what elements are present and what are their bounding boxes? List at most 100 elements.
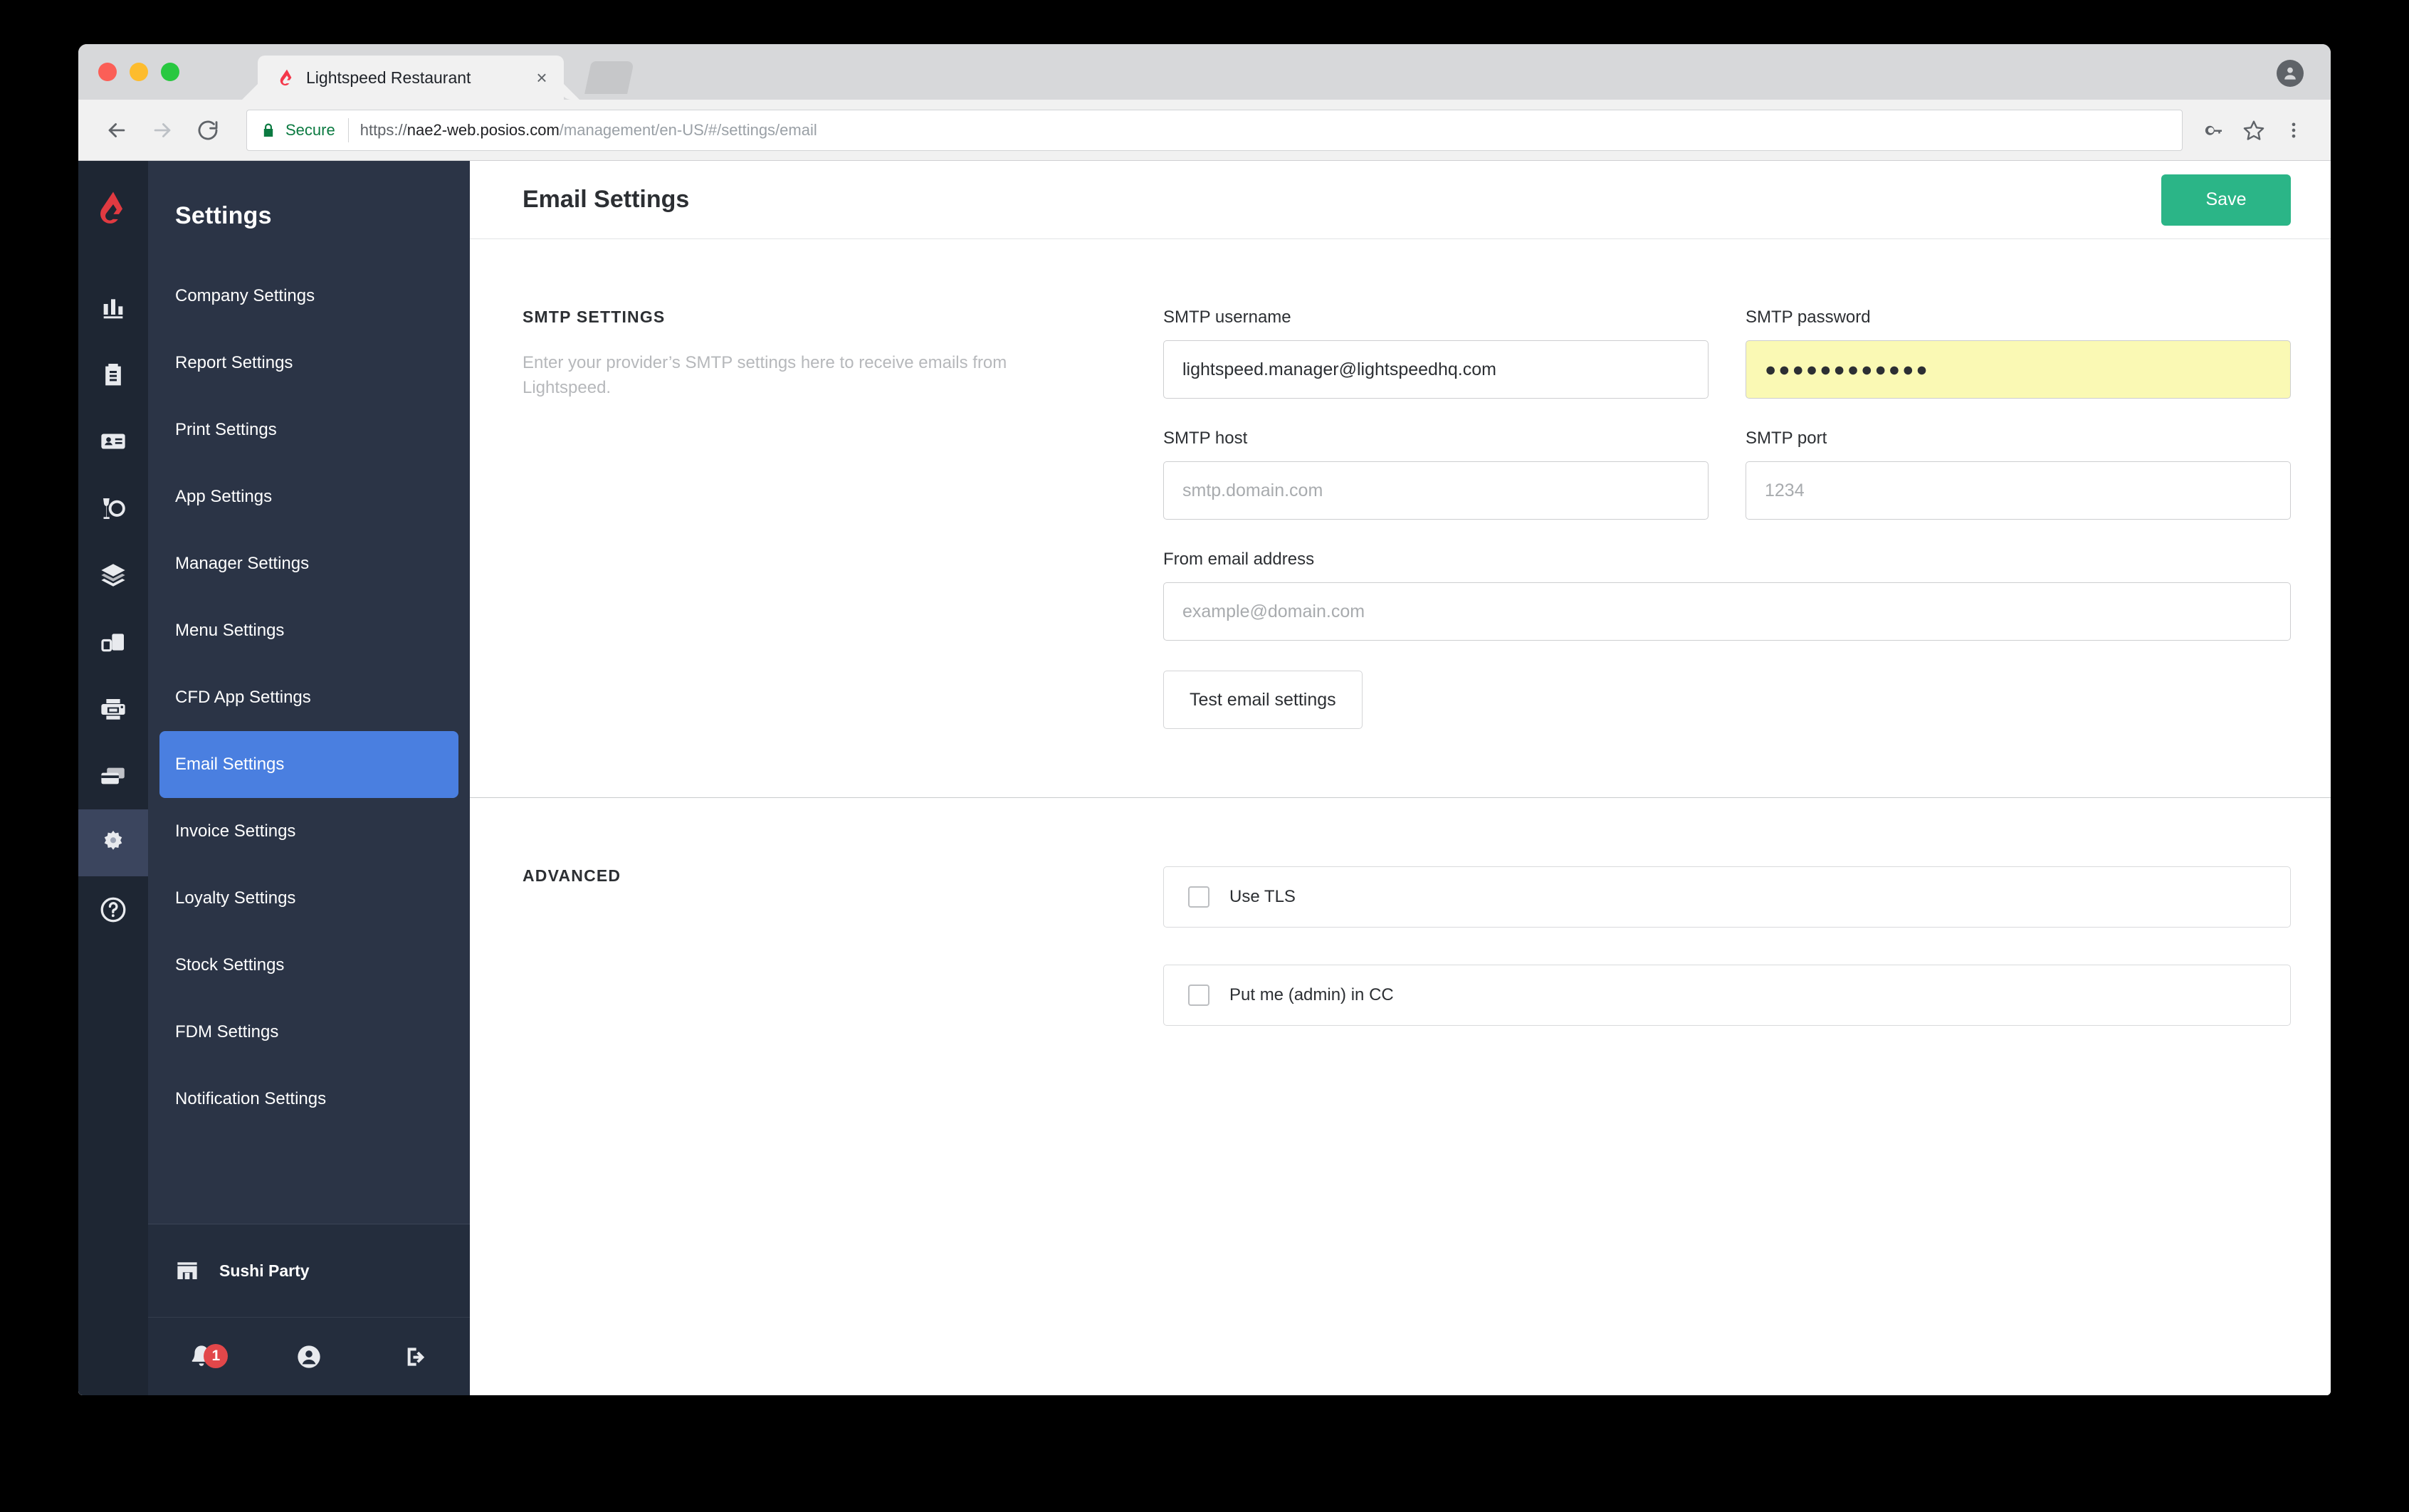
from-email-label: From email address [1163,550,1315,569]
bookmark-star-icon[interactable] [2235,112,2272,149]
sidebar-item-report-settings[interactable]: Report Settings [159,330,458,397]
sidebar-item-email-settings[interactable]: Email Settings [159,731,458,798]
lightspeed-logo-icon[interactable] [97,191,130,234]
nav-list: Company Settings Report Settings Print S… [148,263,470,1224]
close-window-button[interactable] [98,63,117,81]
account-button[interactable] [256,1343,363,1371]
lightspeed-favicon-icon [280,69,292,86]
user-circle-icon [298,1345,320,1368]
smtp-section-aside: SMTP SETTINGS Enter your provider’s SMTP… [523,308,1163,729]
rail-devices-icon[interactable] [78,609,148,676]
address-bar[interactable]: Secure https://nae2-web.posios.com/manag… [246,109,2183,151]
use-tls-label: Use TLS [1229,887,1296,906]
save-button[interactable]: Save [2161,174,2291,226]
sidebar-item-menu-settings[interactable]: Menu Settings [159,597,458,664]
use-tls-row[interactable]: Use TLS [1163,866,2291,928]
browser-toolbar: Secure https://nae2-web.posios.com/manag… [78,100,2331,161]
url-scheme: https:// [359,120,407,139]
smtp-password-field-group: SMTP password [1746,308,2291,399]
browser-window: Lightspeed Restaurant × Secure https://n… [78,44,2331,1395]
smtp-port-input[interactable] [1746,461,2291,520]
sidebar-item-stock-settings[interactable]: Stock Settings [159,932,458,999]
rail-id-card-icon[interactable] [78,408,148,475]
nav-item-label: Company Settings [175,286,315,305]
store-icon [174,1257,201,1284]
forward-button[interactable] [142,110,182,150]
nav-title: Settings [175,202,272,229]
sidebar-item-loyalty-settings[interactable]: Loyalty Settings [159,865,458,932]
nav-item-label: CFD App Settings [175,688,311,707]
nav-item-label: Stock Settings [175,955,285,975]
logout-button[interactable] [362,1343,470,1371]
more-vertical-icon [2292,122,2296,137]
url-text: https://nae2-web.posios.com/management/e… [360,121,817,140]
smtp-username-input[interactable] [1163,340,1709,399]
store-name: Sushi Party [219,1261,310,1280]
nav-action-bar: 1 [148,1317,470,1395]
rail-help-icon[interactable] [78,876,148,943]
smtp-host-label: SMTP host [1163,429,1248,448]
nav-item-label: Manager Settings [175,554,310,573]
rail-reports-icon[interactable] [78,274,148,341]
browser-menu-button[interactable] [2275,112,2312,149]
credentials-row: SMTP username SMTP password [1163,308,2291,399]
advanced-section-fields: Use TLS Put me (admin) in CC [1163,866,2291,1026]
sidebar-item-fdm-settings[interactable]: FDM Settings [159,999,458,1066]
nav-item-label: Notification Settings [175,1089,327,1108]
smtp-section-description: Enter your provider’s SMTP settings here… [523,353,1007,397]
new-tab-button[interactable] [584,61,634,94]
back-button[interactable] [97,110,137,150]
from-email-input[interactable] [1163,582,2291,641]
icon-rail [78,161,148,1395]
use-tls-checkbox[interactable] [1188,886,1209,908]
page-header: Email Settings Save [470,161,2331,239]
rail-layers-icon[interactable] [78,542,148,609]
advanced-section: ADVANCED Use TLS Put me (admin) in CC [470,797,2331,1094]
from-email-field-group: From email address [1163,550,2291,641]
sidebar-item-cfd-app-settings[interactable]: CFD App Settings [159,664,458,731]
smtp-section-fields: SMTP username SMTP password SMTP host [1163,308,2291,729]
sidebar-item-print-settings[interactable]: Print Settings [159,397,458,463]
advanced-section-label: ADVANCED [523,866,621,885]
sidebar-item-app-settings[interactable]: App Settings [159,463,458,530]
nav-item-label: Report Settings [175,353,293,372]
profile-avatar[interactable] [2277,60,2304,87]
reload-icon [198,120,218,140]
smtp-section-label: SMTP SETTINGS [523,308,666,326]
smtp-port-label: SMTP port [1746,429,1827,448]
notification-badge: 1 [204,1343,229,1368]
maximize-window-button[interactable] [161,63,179,81]
nav-item-label: Email Settings [175,755,285,774]
store-selector[interactable]: Sushi Party [148,1224,470,1317]
reload-button[interactable] [188,110,228,150]
sidebar-item-notification-settings[interactable]: Notification Settings [159,1066,458,1133]
smtp-username-label: SMTP username [1163,308,1291,327]
rail-settings-icon[interactable] [78,809,148,876]
nav-item-label: FDM Settings [175,1022,279,1041]
minimize-window-button[interactable] [130,63,148,81]
url-host: nae2-web.posios.com [406,120,560,139]
smtp-port-field-group: SMTP port [1746,429,2291,520]
password-key-icon[interactable] [2195,112,2232,149]
smtp-password-label: SMTP password [1746,308,1871,327]
tab-title: Lightspeed Restaurant [306,68,471,87]
smtp-host-input[interactable] [1163,461,1709,520]
rail-clipboard-icon[interactable] [78,341,148,408]
sidebar-item-invoice-settings[interactable]: Invoice Settings [159,798,458,865]
sidebar-item-manager-settings[interactable]: Manager Settings [159,530,458,597]
rail-cards-icon[interactable] [78,742,148,809]
logout-icon [407,1347,424,1366]
sidebar-item-company-settings[interactable]: Company Settings [159,263,458,330]
admin-cc-row[interactable]: Put me (admin) in CC [1163,965,2291,1026]
rail-dining-icon[interactable] [78,475,148,542]
nav-item-label: Invoice Settings [175,821,296,841]
smtp-password-input[interactable] [1746,340,2291,399]
browser-tab[interactable]: Lightspeed Restaurant × [258,56,564,100]
admin-cc-checkbox[interactable] [1188,985,1209,1006]
rail-printer-icon[interactable] [78,676,148,742]
arrow-left-icon [108,122,125,137]
test-email-settings-button[interactable]: Test email settings [1163,671,1363,729]
page-title: Email Settings [523,186,690,213]
notifications-button[interactable]: 1 [148,1343,256,1371]
close-tab-button[interactable]: × [531,67,552,88]
